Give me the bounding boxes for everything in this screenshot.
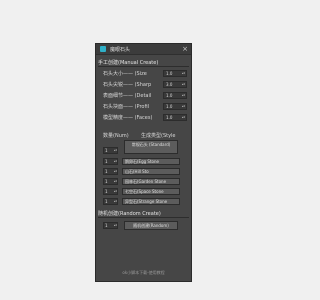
hill-stone-button[interactable]: 山石(Hill Sto	[122, 168, 180, 175]
param-row-profile: 石头块面—— (Profil 1.0 ▴▾	[103, 103, 189, 110]
detail-spinner[interactable]: 1.0 ▴▾	[163, 92, 187, 99]
random-header: 随机创建(Random Create)	[98, 211, 161, 217]
spinner-arrows-icon[interactable]: ▴▾	[182, 115, 185, 120]
faces-spinner[interactable]: 1.0 ▴▾	[163, 114, 187, 121]
egg-qty-spinner[interactable]: 1 ▴▾	[103, 158, 118, 165]
spinner-arrows-icon[interactable]: ▴▾	[182, 93, 185, 98]
spinner-arrows-icon[interactable]: ▴▾	[182, 104, 185, 109]
profile-spinner[interactable]: 1.0 ▴▾	[163, 103, 187, 110]
spinner-arrows-icon[interactable]: ▴▾	[114, 223, 117, 228]
param-label: 石头大小—— (Size	[103, 71, 147, 77]
random-qty-spinner[interactable]: 1 ▴▾	[103, 222, 118, 229]
space-qty-spinner[interactable]: 1 ▴▾	[103, 188, 118, 195]
egg-stone-button[interactable]: 鹅卵石(Egg Stone	[122, 158, 180, 165]
strange-qty-spinner[interactable]: 1 ▴▾	[103, 198, 118, 205]
param-row-size: 石头大小—— (Size 1.0 ▴▾	[103, 70, 189, 77]
spinner-arrows-icon[interactable]: ▴▾	[114, 189, 117, 194]
param-row-detail: 表面细节—— (Detail 1.0 ▴▾	[103, 92, 189, 99]
type-column-header: 生成类型(Style	[141, 133, 176, 139]
spinner-arrows-icon[interactable]: ▴▾	[114, 148, 117, 153]
garden-qty-spinner[interactable]: 1 ▴▾	[103, 178, 118, 185]
param-row-faces: 模型精度—— (Faces) 1.0 ▴▾	[103, 114, 189, 121]
spinner-arrows-icon[interactable]: ▴▾	[114, 179, 117, 184]
param-label: 表面细节—— (Detail	[103, 93, 152, 99]
strange-stone-button[interactable]: 异型石(Strange Stone	[122, 198, 180, 205]
section-divider	[98, 66, 189, 67]
size-spinner[interactable]: 1.0 ▴▾	[163, 70, 187, 77]
garden-stone-button[interactable]: 园林石(Garden Stone	[122, 178, 180, 185]
spinner-arrows-icon[interactable]: ▴▾	[182, 71, 185, 76]
qty-column-header: 数量(Num)	[103, 133, 129, 139]
standard-stone-button[interactable]: 常规石头 (Standard)	[124, 140, 178, 154]
space-stone-button[interactable]: 七空石(Space Stone	[122, 188, 180, 195]
spinner-arrows-icon[interactable]: ▴▾	[182, 82, 185, 87]
standard-qty-spinner[interactable]: 1 ▴▾	[103, 147, 118, 154]
param-row-sharp: 石头尖锐—— (Sharp 3.0 ▴▾	[103, 81, 189, 88]
app-icon	[100, 46, 106, 52]
spinner-arrows-icon[interactable]: ▴▾	[114, 159, 117, 164]
close-icon[interactable]: ×	[182, 45, 188, 53]
title-bar[interactable]: 魔眼石头 ×	[96, 44, 191, 55]
script-window: 魔眼石头 × 手工创建(Manual Create) 石头大小—— (Size …	[95, 43, 192, 282]
hill-qty-spinner[interactable]: 1 ▴▾	[103, 168, 118, 175]
sharp-spinner[interactable]: 3.0 ▴▾	[163, 81, 187, 88]
random-create-button[interactable]: 随机创建(Random)	[124, 221, 178, 230]
spinner-arrows-icon[interactable]: ▴▾	[114, 169, 117, 174]
status-link[interactable]: ok小脚本下载-使用教程	[96, 270, 191, 276]
param-label: 石头尖锐—— (Sharp	[103, 82, 152, 88]
window-title: 魔眼石头	[110, 47, 131, 53]
section-divider	[98, 217, 189, 218]
param-label: 模型精度—— (Faces)	[103, 115, 153, 121]
spinner-arrows-icon[interactable]: ▴▾	[114, 199, 117, 204]
param-label: 石头块面—— (Profil	[103, 104, 150, 110]
manual-header: 手工创建(Manual Create)	[98, 60, 159, 66]
